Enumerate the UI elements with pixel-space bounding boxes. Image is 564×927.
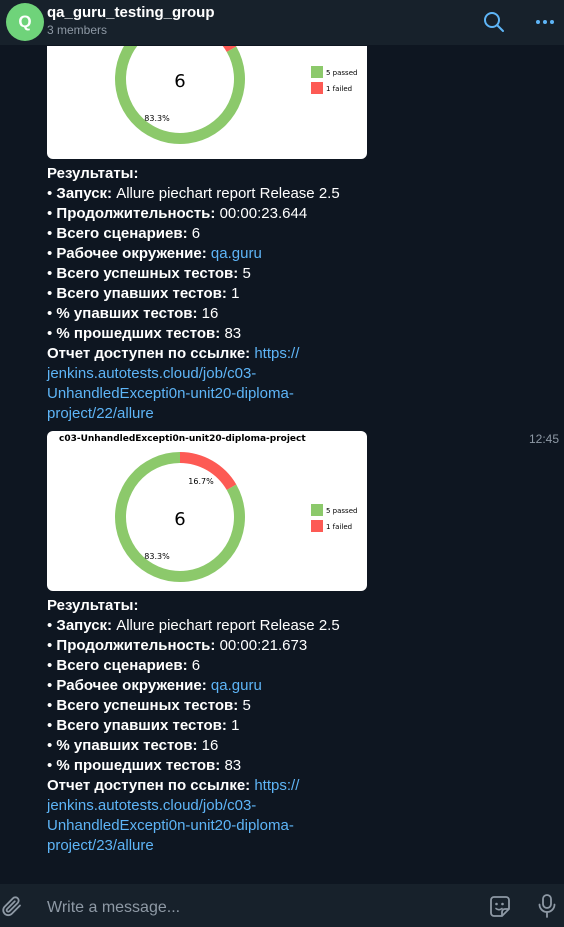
sticker-icon[interactable] [487, 894, 513, 920]
report-link[interactable]: project/23/allure [47, 836, 367, 856]
legend-passed-label: 5 passed [326, 507, 357, 515]
message-input[interactable]: Write a message... [47, 899, 180, 917]
result-line: • Продолжительность: 00:00:23.644 [47, 205, 308, 222]
result-line: • % упавших тестов: 16 [47, 305, 219, 322]
result-line: • Продолжительность: 00:00:21.673 [47, 637, 308, 654]
result-line: • Рабочее окружение: qa.guru [47, 677, 262, 694]
chart-passed-pct: 83.3% [144, 114, 170, 123]
message: 6 83.3% 5 passed 1 failed Результаты: • … [47, 46, 367, 424]
result-line: • Всего сценариев: 6 [47, 225, 201, 242]
legend-passed-swatch [311, 66, 323, 78]
message-time: 12:45 [529, 432, 560, 446]
chat-title[interactable]: qa_guru_testing_group [47, 4, 215, 21]
search-icon[interactable] [482, 10, 506, 34]
chart-passed-pct: 83.3% [144, 552, 170, 561]
microphone-icon[interactable] [535, 893, 559, 919]
chart-image[interactable]: 6 83.3% 5 passed 1 failed [47, 46, 367, 159]
legend-failed-label: 1 failed [326, 85, 352, 93]
chat-header: Q qa_guru_testing_group 3 members [0, 0, 564, 46]
result-line: • % упавших тестов: 16 [47, 737, 219, 754]
compose-bar: Write a message... [0, 883, 564, 927]
legend-failed-label: 1 failed [326, 523, 352, 531]
result-line: • % прошедших тестов: 83 [47, 325, 242, 342]
result-line: • % прошедших тестов: 83 [47, 757, 242, 774]
more-icon[interactable] [533, 10, 557, 34]
chart-image[interactable]: c03-UnhandledExcepti0n-unit20-diploma-pr… [47, 431, 367, 591]
report-line: Отчет доступен по ссылке: https:// [47, 777, 300, 794]
legend-failed-swatch [311, 520, 323, 532]
message: c03-UnhandledExcepti0n-unit20-diploma-pr… [47, 431, 367, 856]
report-link[interactable]: UnhandledExcepti0n-unit20-diploma- [47, 816, 367, 836]
member-count: 3 members [47, 23, 108, 37]
chart-center-label: 6 [174, 71, 185, 92]
chart-center-label: 6 [174, 509, 185, 530]
legend-passed-label: 5 passed [326, 69, 357, 77]
result-line: • Всего упавших тестов: 1 [47, 717, 240, 734]
attach-icon[interactable] [0, 894, 24, 918]
report-link[interactable]: jenkins.autotests.cloud/job/c03- [47, 796, 367, 816]
pie-chart: 6 83.3% 5 passed 1 failed [115, 46, 357, 144]
results-heading: Результаты: [47, 597, 139, 614]
message-list[interactable]: 6 83.3% 5 passed 1 failed Результаты: • … [0, 46, 564, 883]
group-avatar[interactable]: Q [6, 3, 44, 41]
report-link[interactable]: https:// [254, 345, 299, 362]
pie-chart: 6 83.3% 16.7% 5 passed 1 failed [115, 452, 357, 582]
result-line: • Всего упавших тестов: 1 [47, 285, 240, 302]
result-line: • Всего сценариев: 6 [47, 657, 201, 674]
result-line: • Всего успешных тестов: 5 [47, 697, 251, 714]
environment-link[interactable]: qa.guru [211, 677, 262, 694]
chart-failed-pct: 16.7% [188, 477, 214, 486]
results-heading: Результаты: [47, 165, 139, 182]
result-line: • Рабочее окружение: qa.guru [47, 245, 262, 262]
result-line: • Запуск: Allure piechart report Release… [47, 185, 340, 202]
message-text: Результаты: • Запуск: Allure piechart re… [47, 164, 367, 424]
report-link[interactable]: https:// [254, 777, 299, 794]
result-line: • Всего успешных тестов: 5 [47, 265, 251, 282]
legend-passed-swatch [311, 504, 323, 516]
report-link[interactable]: UnhandledExcepti0n-unit20-diploma- [47, 384, 367, 404]
message-text: Результаты: • Запуск: Allure piechart re… [47, 596, 367, 856]
legend-failed-swatch [311, 82, 323, 94]
pie-slice-failed [222, 46, 237, 52]
environment-link[interactable]: qa.guru [211, 245, 262, 262]
pie-slice-passed [115, 46, 245, 144]
report-line: Отчет доступен по ссылке: https:// [47, 345, 300, 362]
report-link[interactable]: jenkins.autotests.cloud/job/c03- [47, 364, 367, 384]
report-link[interactable]: project/22/allure [47, 404, 367, 424]
result-line: • Запуск: Allure piechart report Release… [47, 617, 340, 634]
